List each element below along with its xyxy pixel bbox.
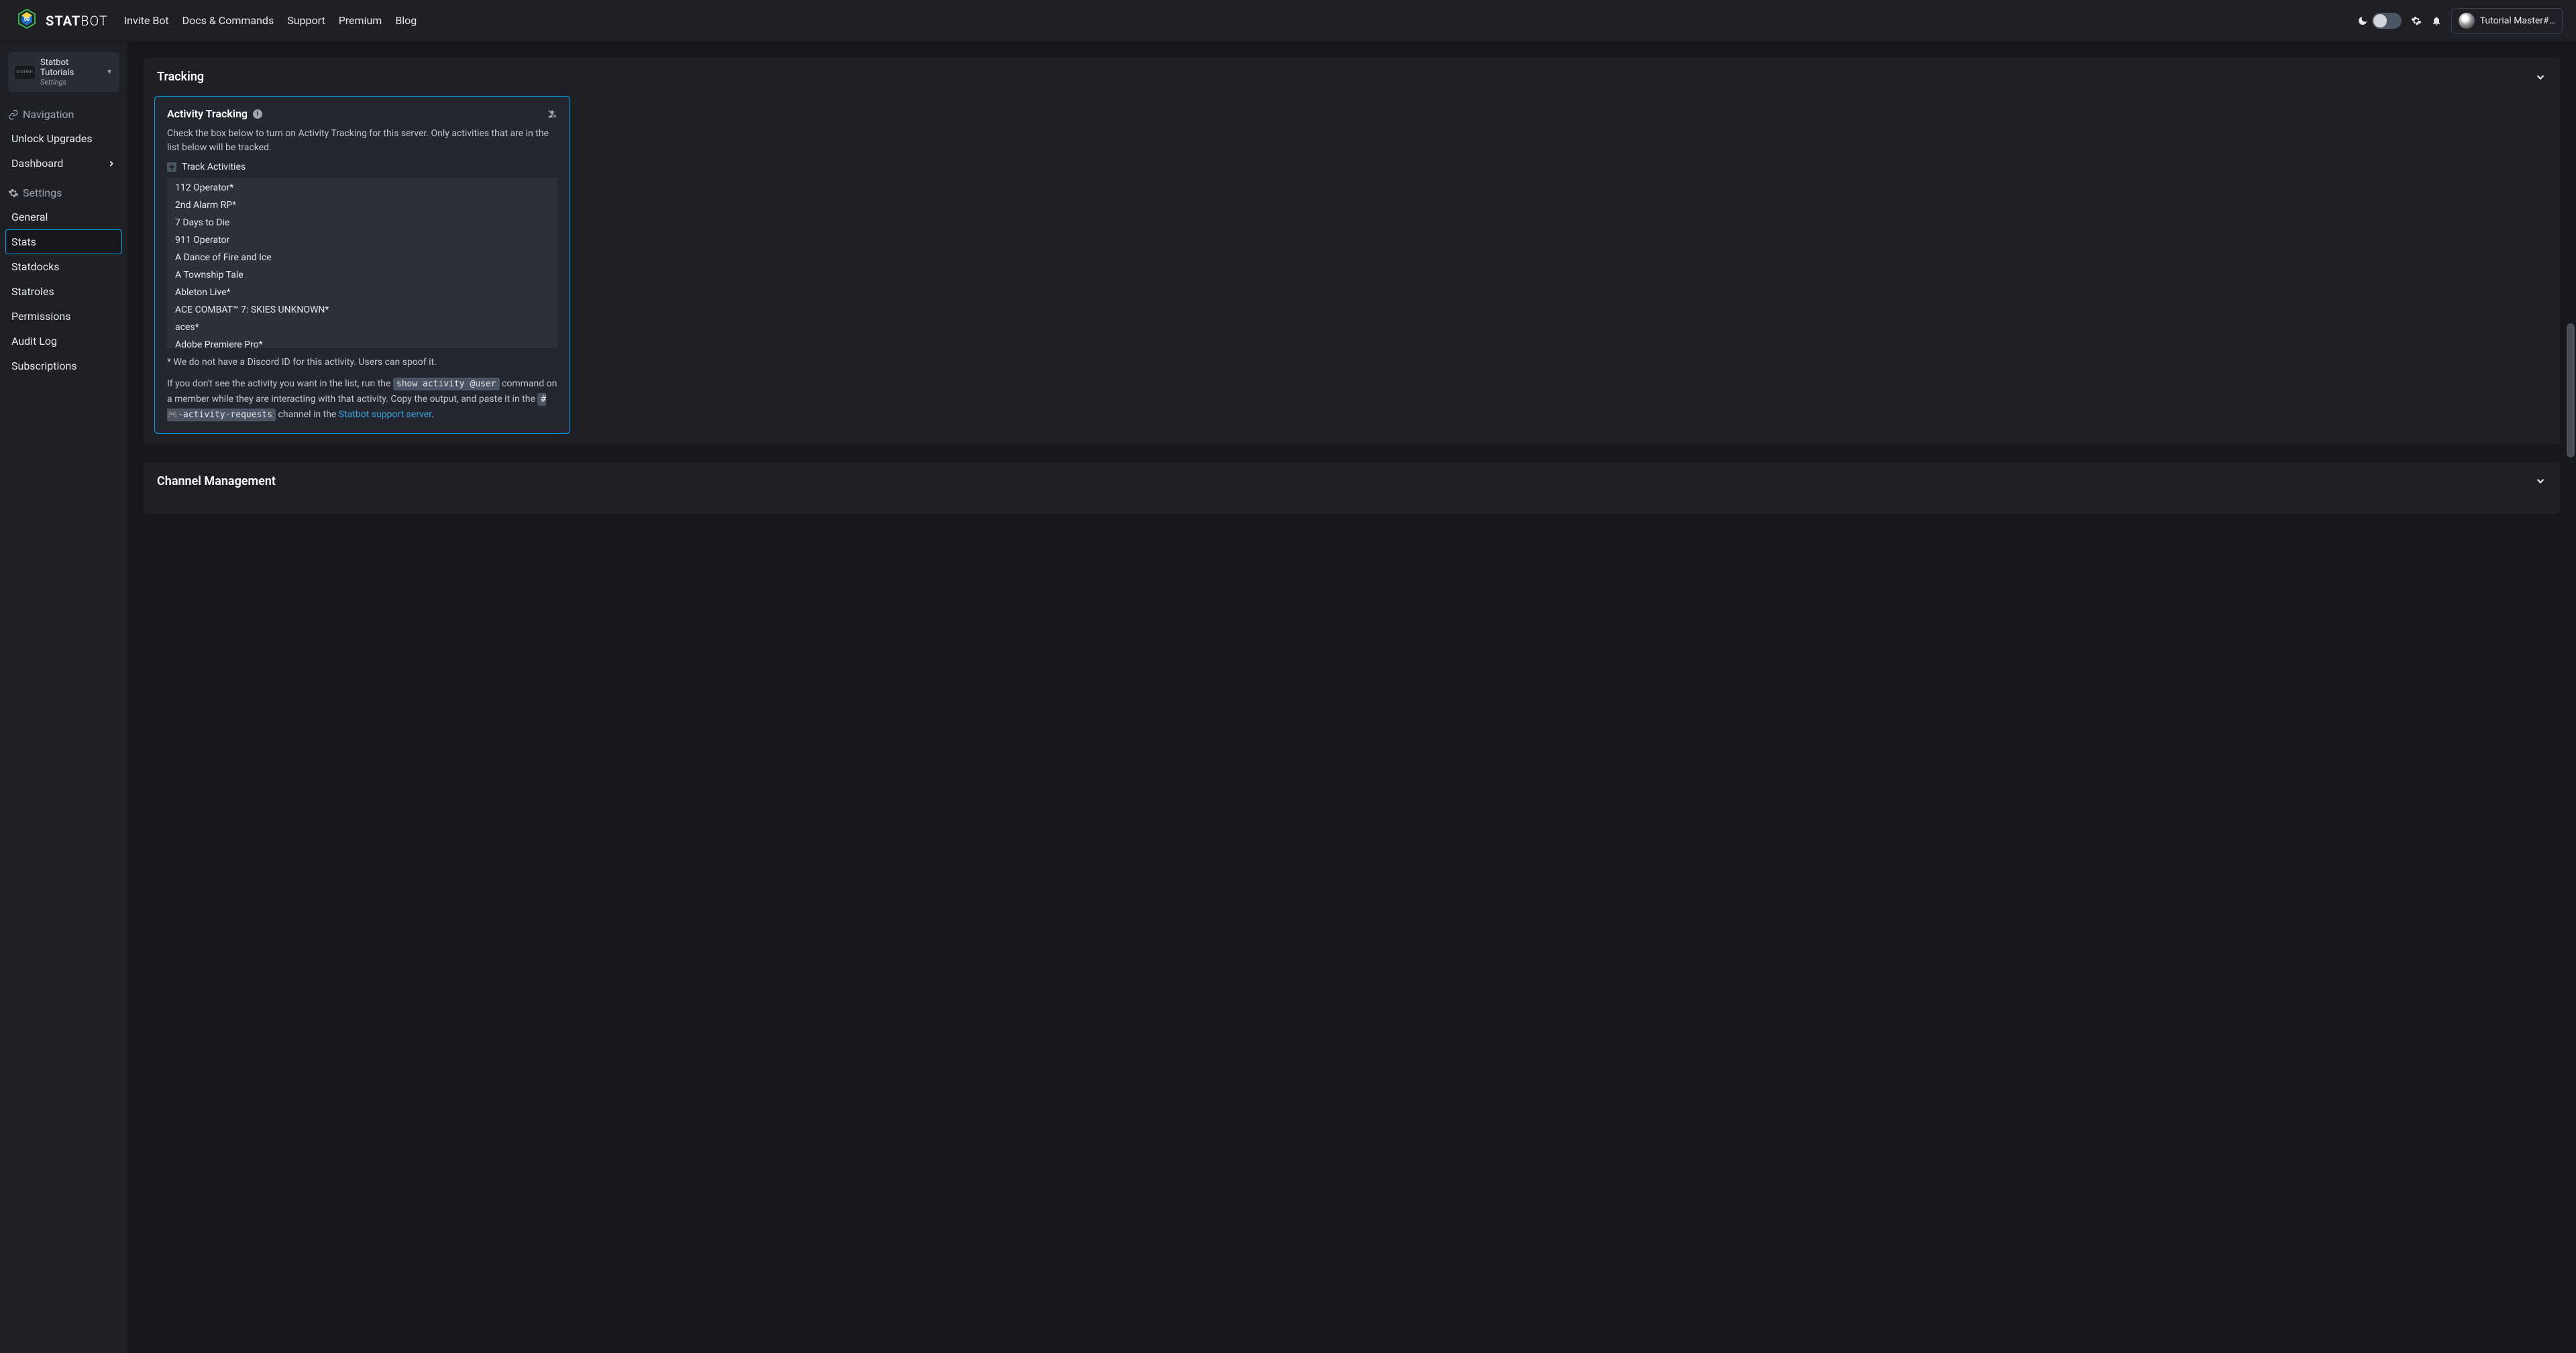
top-nav: SB STATBOT Invite Bot Docs & Commands Su… bbox=[0, 0, 2576, 42]
chevron-down-icon bbox=[2534, 71, 2546, 83]
nav-link-blog[interactable]: Blog bbox=[395, 14, 417, 27]
nav-link-invite[interactable]: Invite Bot bbox=[124, 14, 169, 27]
panel-header-tracking[interactable]: Tracking bbox=[144, 58, 2560, 96]
activity-item[interactable]: 112 Operator* bbox=[167, 179, 557, 197]
user-label: Tutorial Master#… bbox=[2480, 15, 2555, 26]
track-activities-checkbox[interactable] bbox=[167, 162, 176, 172]
server-icon: STATBOT bbox=[15, 66, 35, 79]
panel-header-channel-management[interactable]: Channel Management bbox=[144, 462, 2560, 500]
sidebar-item-dashboard[interactable]: Dashboard bbox=[5, 151, 122, 176]
main-content: Tracking Activity Tracking i Check the b… bbox=[127, 42, 2576, 1353]
sidebar-item-label: Subscriptions bbox=[11, 360, 77, 372]
user-slash-icon[interactable] bbox=[547, 109, 557, 119]
sidebar-item-label: Audit Log bbox=[11, 335, 57, 347]
panel-title: Channel Management bbox=[157, 474, 276, 488]
sidebar-item-statroles[interactable]: Statroles bbox=[5, 279, 122, 304]
card-header: Activity Tracking i bbox=[167, 107, 557, 120]
sidebar-navigation-section: Navigation Unlock Upgrades Dashboard bbox=[0, 103, 127, 176]
activity-item[interactable]: Adobe Premiere Pro* bbox=[167, 336, 557, 348]
sidebar-heading-settings: Settings bbox=[5, 181, 122, 205]
activity-item[interactable]: 2nd Alarm RP* bbox=[167, 197, 557, 214]
sidebar-item-label: General bbox=[11, 211, 48, 223]
moon-icon bbox=[2357, 15, 2368, 26]
logo[interactable]: SB STATBOT bbox=[13, 7, 108, 34]
server-selector[interactable]: STATBOT Statbot Tutorials Settings ▼ bbox=[8, 52, 119, 92]
link-icon bbox=[8, 109, 19, 120]
footnote-spoof: * We do not have a Discord ID for this a… bbox=[167, 355, 557, 370]
nav-link-docs[interactable]: Docs & Commands bbox=[182, 14, 274, 27]
theme-toggle-wrap bbox=[2357, 13, 2402, 29]
info-icon[interactable]: i bbox=[253, 109, 262, 119]
page-scrollbar[interactable] bbox=[2567, 42, 2575, 1353]
chevron-right-icon bbox=[107, 159, 116, 168]
activity-item[interactable]: Ableton Live* bbox=[167, 284, 557, 301]
activity-item[interactable]: ACE COMBAT™ 7: SKIES UNKNOWN* bbox=[167, 301, 557, 319]
panel-body-tracking: Activity Tracking i Check the box below … bbox=[144, 96, 2560, 445]
sidebar-item-general[interactable]: General bbox=[5, 205, 122, 229]
checkbox-label: Track Activities bbox=[182, 162, 246, 172]
footnote-instructions: If you don't see the activity you want i… bbox=[167, 376, 557, 422]
sidebar-item-unlock-upgrades[interactable]: Unlock Upgrades bbox=[5, 126, 122, 151]
nav-link-premium[interactable]: Premium bbox=[339, 14, 382, 27]
plus-icon bbox=[168, 164, 175, 170]
card-activity-tracking: Activity Tracking i Check the box below … bbox=[154, 96, 570, 434]
sidebar: STATBOT Statbot Tutorials Settings ▼ Nav… bbox=[0, 42, 127, 1353]
user-menu[interactable]: Tutorial Master#… bbox=[2451, 8, 2563, 34]
card-description: Check the box below to turn on Activity … bbox=[167, 127, 557, 155]
avatar bbox=[2459, 13, 2475, 29]
activity-item[interactable]: 7 Days to Die bbox=[167, 214, 557, 231]
sidebar-item-label: Statroles bbox=[11, 285, 54, 298]
panel-title: Tracking bbox=[157, 70, 204, 84]
code-command: show activity @user bbox=[393, 378, 500, 390]
activity-item[interactable]: A Township Tale bbox=[167, 266, 557, 284]
nav-link-support[interactable]: Support bbox=[287, 14, 325, 27]
nav-right: Tutorial Master#… bbox=[2357, 8, 2563, 34]
panel-body-channel-management bbox=[144, 500, 2560, 514]
activity-list[interactable]: 112 Operator*2nd Alarm RP*7 Days to Die9… bbox=[167, 178, 557, 348]
activity-item[interactable]: aces* bbox=[167, 319, 557, 336]
checkbox-row: Track Activities bbox=[167, 162, 557, 172]
sidebar-item-label: Stats bbox=[11, 235, 36, 248]
sidebar-item-permissions[interactable]: Permissions bbox=[5, 304, 122, 329]
activity-item[interactable]: A Dance of Fire and Ice bbox=[167, 249, 557, 266]
panel-channel-management: Channel Management bbox=[144, 462, 2560, 514]
caret-down-icon: ▼ bbox=[106, 68, 113, 76]
activity-item[interactable]: 911 Operator bbox=[167, 231, 557, 249]
sidebar-item-statdocks[interactable]: Statdocks bbox=[5, 254, 122, 279]
logo-text: STATBOT bbox=[46, 13, 108, 29]
sidebar-item-label: Permissions bbox=[11, 310, 70, 323]
scrollbar-thumb[interactable] bbox=[2567, 323, 2575, 457]
theme-toggle[interactable] bbox=[2372, 13, 2402, 29]
sidebar-heading-navigation: Navigation bbox=[5, 103, 122, 126]
svg-text:SB: SB bbox=[24, 17, 30, 22]
nav-links: Invite Bot Docs & Commands Support Premi… bbox=[124, 14, 417, 27]
sidebar-item-label: Unlock Upgrades bbox=[11, 132, 93, 145]
server-sub: Settings bbox=[40, 78, 101, 87]
gear-icon bbox=[8, 188, 19, 199]
server-selector-text: Statbot Tutorials Settings bbox=[40, 58, 101, 87]
sidebar-item-label: Statdocks bbox=[11, 260, 60, 273]
panel-tracking: Tracking Activity Tracking i Check the b… bbox=[144, 58, 2560, 445]
card-title: Activity Tracking i bbox=[167, 107, 262, 120]
server-name: Statbot Tutorials bbox=[40, 58, 101, 78]
sidebar-item-subscriptions[interactable]: Subscriptions bbox=[5, 354, 122, 378]
bell-icon[interactable] bbox=[2431, 15, 2442, 26]
sidebar-settings-section: Settings General Stats Statdocks Statrol… bbox=[0, 181, 127, 378]
support-server-link[interactable]: Statbot support server bbox=[339, 409, 431, 420]
sidebar-item-audit-log[interactable]: Audit Log bbox=[5, 329, 122, 354]
sidebar-item-label: Dashboard bbox=[11, 157, 63, 170]
gear-icon[interactable] bbox=[2411, 15, 2422, 26]
sidebar-item-stats[interactable]: Stats bbox=[5, 229, 122, 254]
chevron-down-icon bbox=[2534, 475, 2546, 487]
logo-icon: SB bbox=[13, 7, 40, 34]
